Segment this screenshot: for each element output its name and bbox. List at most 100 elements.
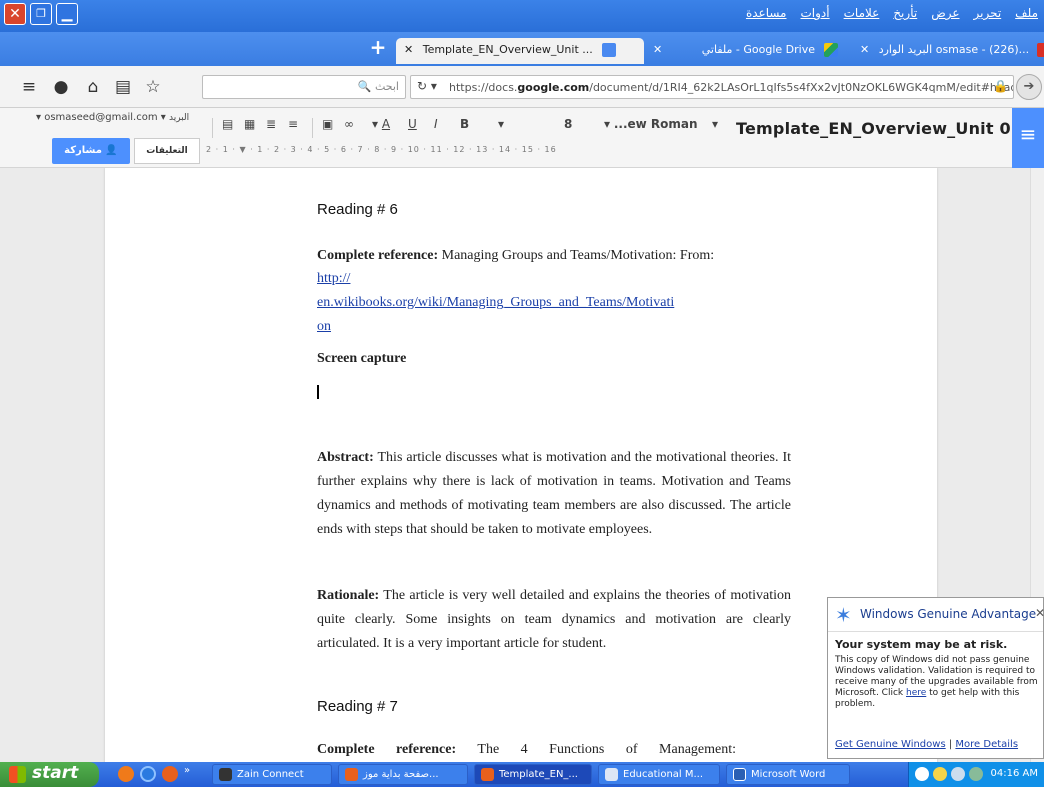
reload-icon[interactable]: ↻ ▾ bbox=[417, 79, 437, 93]
align-left-button[interactable]: ≡ bbox=[288, 117, 298, 131]
share-label: مشاركة bbox=[64, 145, 102, 156]
menu-history[interactable]: تأريخ bbox=[893, 6, 917, 20]
navigation-bar: ≡ ● ⌂ ▤ ☆ ابحث 🔍 ↻ ▾ https://docs.google… bbox=[0, 66, 1044, 108]
close-tab-icon[interactable]: ✕ bbox=[653, 43, 662, 56]
wga-tray-icon[interactable] bbox=[933, 767, 947, 781]
wga-here-link[interactable]: here bbox=[906, 688, 926, 698]
align-right-button[interactable]: ▦ bbox=[244, 117, 255, 131]
firefox-icon[interactable] bbox=[162, 766, 178, 782]
quicklaunch-overflow-icon[interactable]: » bbox=[184, 765, 190, 776]
close-icon[interactable]: ✕ bbox=[1035, 606, 1044, 620]
network-icon[interactable] bbox=[951, 767, 965, 781]
insert-link-icon[interactable]: ∞ bbox=[344, 117, 354, 131]
comments-button[interactable]: التعليقات bbox=[134, 138, 200, 164]
task-template[interactable]: Template_EN_... bbox=[474, 764, 592, 785]
wga-star-icon: ✶ bbox=[835, 603, 852, 627]
screen: ✕ ❐ ▁ ملف تحرير عرض تأريخ علامات أدوات م… bbox=[0, 0, 1044, 787]
tab-label: البريد الوارد osmase - (226)... bbox=[878, 43, 1030, 56]
task-label: Microsoft Word bbox=[751, 769, 826, 780]
search-placeholder: ابحث bbox=[374, 80, 399, 93]
wga-links: Get Genuine Windows | More Details bbox=[835, 739, 1019, 750]
zain-icon bbox=[219, 768, 232, 781]
bold-button[interactable]: B bbox=[460, 117, 469, 131]
task-zain-connect[interactable]: Zain Connect bbox=[212, 764, 332, 785]
taskbar: start » Zain Connect صفحة بداية موز... T… bbox=[0, 762, 1044, 787]
menu-edit[interactable]: تحرير bbox=[974, 6, 1002, 20]
url-domain: google.com bbox=[517, 81, 590, 94]
toolbar-separator bbox=[312, 118, 313, 138]
task-word[interactable]: Microsoft Word bbox=[726, 764, 850, 785]
link-text[interactable]: on bbox=[317, 319, 331, 334]
font-size-dropdown-icon[interactable]: ▾ bbox=[498, 117, 504, 131]
home-icon[interactable]: ⌂ bbox=[82, 77, 104, 99]
url-bar[interactable]: ↻ ▾ https://docs.google.com/document/d/1… bbox=[410, 75, 1014, 99]
internet-explorer-icon[interactable] bbox=[140, 766, 156, 782]
document-title[interactable]: Template_EN_Overview_Unit 0 bbox=[736, 119, 1011, 138]
side-panel-toggle[interactable]: ≡ bbox=[1012, 108, 1044, 168]
menu-help[interactable]: مساعدة bbox=[746, 6, 787, 20]
link-text[interactable]: http:// bbox=[317, 271, 350, 286]
task-firefox-start[interactable]: صفحة بداية موز... bbox=[338, 764, 468, 785]
menu-bar: ملف تحرير عرض تأريخ علامات أدوات مساعدة bbox=[746, 6, 1038, 20]
wga-notification: ✶ Windows Genuine Advantage ✕ Your syste… bbox=[827, 597, 1044, 759]
person-icon: 👤 bbox=[105, 145, 118, 156]
link-text[interactable]: en.wikibooks.org/wiki/Managing_Groups_an… bbox=[317, 295, 674, 310]
reference-text: Managing Groups and Teams/Motivation: Fr… bbox=[438, 248, 715, 263]
tab-label: ملفاتي - Google Drive bbox=[701, 43, 815, 56]
align-center-button[interactable]: ≣ bbox=[266, 117, 276, 131]
task-educational[interactable]: Educational M... bbox=[598, 764, 720, 785]
reference-link-1[interactable]: http:// bbox=[317, 267, 791, 291]
tab-drive[interactable]: ✕ ملفاتي - Google Drive bbox=[645, 38, 849, 64]
more-details-link[interactable]: More Details bbox=[955, 739, 1018, 750]
security-icon[interactable] bbox=[969, 767, 983, 781]
menu-view[interactable]: عرض bbox=[931, 6, 959, 20]
reference-7-paragraph: Complete reference: The 4 Functions of M… bbox=[317, 738, 791, 762]
close-tab-icon[interactable]: ✕ bbox=[860, 43, 869, 56]
search-input[interactable]: ابحث 🔍 bbox=[202, 75, 406, 99]
ruler[interactable]: 2 · 1 · ▼ · 1 · 2 · 3 · 4 · 5 · 6 · 7 · … bbox=[206, 145, 934, 159]
align-justify-button[interactable]: ▤ bbox=[222, 117, 233, 131]
go-arrow-button[interactable]: ➔ bbox=[1016, 74, 1042, 100]
account-email: osmaseed@gmail.com bbox=[44, 112, 158, 123]
media-player-icon[interactable] bbox=[118, 766, 134, 782]
text-color-button[interactable]: ▾ A bbox=[372, 117, 390, 131]
reference-link-2[interactable]: en.wikibooks.org/wiki/Managing_Groups_an… bbox=[317, 291, 791, 315]
menu-icon[interactable]: ≡ bbox=[18, 77, 40, 99]
menu-bookmarks[interactable]: علامات bbox=[844, 6, 880, 20]
tab-docs[interactable]: ✕ Template_EN_Overview_Unit ... bbox=[396, 38, 644, 64]
task-label: Educational M... bbox=[623, 769, 704, 780]
reference-link-3[interactable]: on bbox=[317, 315, 791, 339]
account-menu[interactable]: ▾ osmaseed@gmail.com ▾ البريد bbox=[36, 112, 189, 123]
insert-image-icon[interactable]: ▣ bbox=[322, 117, 333, 131]
toolbar-separator bbox=[212, 118, 213, 138]
close-tab-icon[interactable]: ✕ bbox=[404, 43, 413, 56]
menu-tools[interactable]: أدوات bbox=[801, 6, 830, 20]
share-button[interactable]: 👤 مشاركة bbox=[52, 138, 130, 164]
clipboard-icon[interactable]: ▤ bbox=[112, 77, 134, 99]
font-name-dropdown[interactable]: ▾ ...ew Roman bbox=[604, 117, 698, 131]
menu-file[interactable]: ملف bbox=[1015, 6, 1038, 20]
wga-heading: Your system may be at risk. bbox=[835, 638, 1008, 651]
abstract-text: This article discusses what is motivatio… bbox=[317, 450, 791, 537]
back-arrow-icon[interactable] bbox=[915, 767, 929, 781]
bookmark-star-icon[interactable]: ☆ bbox=[142, 77, 164, 99]
restore-window-button[interactable]: ❐ bbox=[30, 3, 52, 25]
tab-gmail[interactable]: ✕ البريد الوارد osmase - (226)... bbox=[852, 38, 1044, 64]
underline-button[interactable]: U bbox=[408, 117, 417, 131]
wga-title: Windows Genuine Advantage bbox=[860, 607, 1037, 621]
italic-button[interactable]: I bbox=[434, 117, 438, 131]
font-size-field[interactable]: 8 bbox=[564, 117, 572, 131]
docs-toolbar: ▾ osmaseed@gmail.com ▾ البريد ▤ ▦ ≣ ≡ ▣ … bbox=[0, 108, 1044, 168]
get-genuine-link[interactable]: Get Genuine Windows bbox=[835, 739, 946, 750]
chat-icon[interactable]: ● bbox=[50, 77, 72, 99]
font-name: ...ew Roman bbox=[613, 117, 698, 131]
style-dropdown-icon[interactable]: ▾ bbox=[712, 117, 718, 131]
close-window-button[interactable]: ✕ bbox=[4, 3, 26, 25]
start-button[interactable]: start bbox=[0, 762, 99, 787]
minimize-window-button[interactable]: ▁ bbox=[56, 3, 78, 25]
lock-icon[interactable]: 🔒 bbox=[993, 79, 1008, 93]
new-tab-button[interactable]: + bbox=[368, 37, 388, 58]
firefox-icon bbox=[481, 768, 494, 781]
word-icon bbox=[733, 768, 746, 781]
windows-flag-icon bbox=[9, 766, 26, 783]
